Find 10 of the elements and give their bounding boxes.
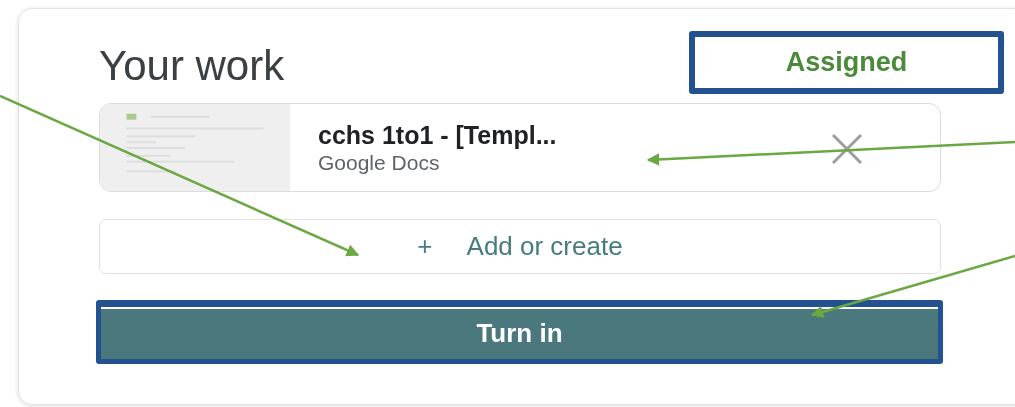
attachment-title: cchs 1to1 - [Templ... bbox=[318, 120, 558, 150]
turn-in-button[interactable]: Turn in bbox=[96, 300, 943, 364]
attachment-card[interactable]: cchs 1to1 - [Templ... Google Docs bbox=[99, 103, 941, 192]
status-label: Assigned bbox=[689, 31, 1004, 94]
attachment-type: Google Docs bbox=[318, 150, 441, 176]
add-button[interactable]: + Add or create bbox=[99, 219, 941, 274]
close-icon[interactable] bbox=[830, 132, 864, 166]
plus-icon: + bbox=[417, 227, 433, 266]
section-title: Your work bbox=[99, 43, 285, 90]
add-label: Add or create bbox=[466, 230, 623, 263]
